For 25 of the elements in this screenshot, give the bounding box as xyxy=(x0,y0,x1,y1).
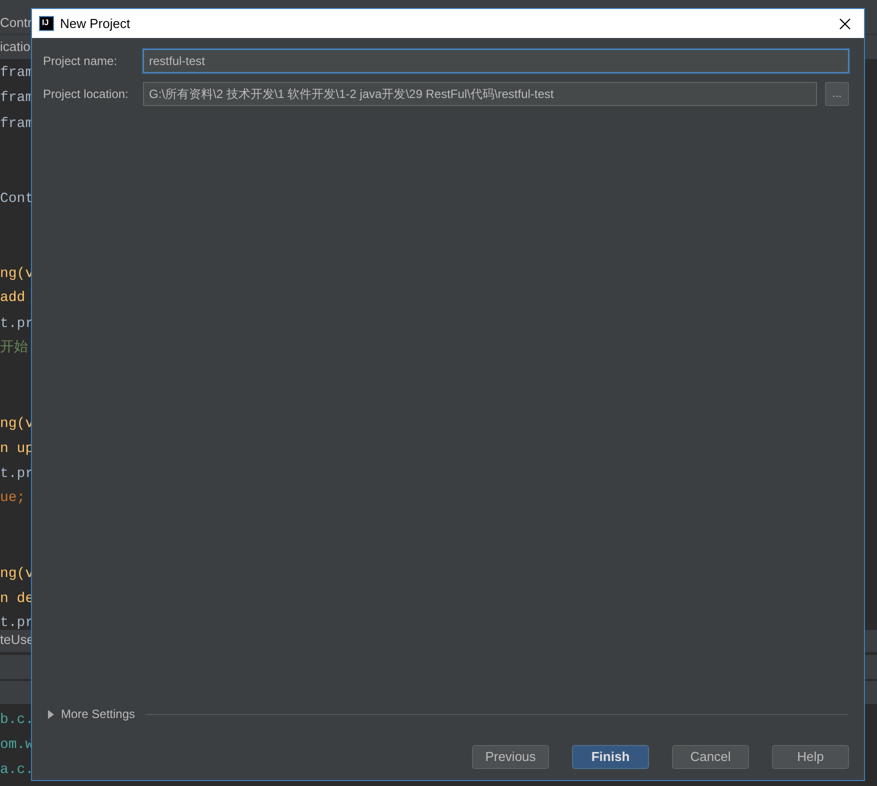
code-line: a.c. xyxy=(0,761,34,779)
code-line: b.c. xyxy=(0,711,34,729)
code-line: t.pr xyxy=(0,315,34,333)
code-line: add xyxy=(0,289,26,307)
dialog-button[interactable]: Cancel xyxy=(672,745,749,769)
close-icon xyxy=(839,18,851,30)
text-field[interactable]: G:\所有资料\2 技术开发\1 软件开发\1-2 java开发\29 RestFul\代码\restful-test xyxy=(143,82,817,106)
code-line: t.pr xyxy=(0,614,34,632)
field-label: Project location: xyxy=(43,86,130,103)
browse-button[interactable]: ... xyxy=(825,82,849,106)
text-field[interactable]: restful-test xyxy=(143,49,849,73)
code-line: t.pr xyxy=(0,465,34,483)
code-line: Contr xyxy=(0,14,32,32)
code-line: icatio xyxy=(0,38,30,56)
expand-arrow-icon[interactable] xyxy=(48,710,55,718)
dialog-button[interactable]: Finish xyxy=(572,745,649,769)
dialog-button[interactable]: Help xyxy=(772,745,849,769)
code-line: 开始 xyxy=(0,339,28,357)
window-title: New Project xyxy=(60,14,130,33)
field-label: Project name: xyxy=(43,53,118,70)
dialog-button[interactable]: Previous xyxy=(472,745,549,769)
more-settings-label[interactable]: More Settings xyxy=(61,705,136,723)
code-line: Cont xyxy=(0,190,34,208)
code-line: ue; xyxy=(0,489,26,507)
app-logo: IJ xyxy=(39,16,54,31)
